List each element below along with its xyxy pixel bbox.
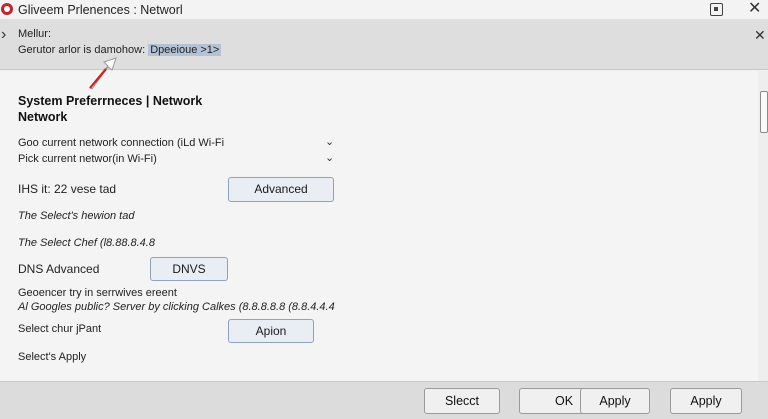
select-chur-text: Select chur jPant: [18, 323, 102, 335]
notification-message: Gerutor arlor is damohow:: [18, 44, 149, 56]
geoencer-text: Geoencer try in serrwives ereent: [18, 287, 177, 299]
select-hewion-text: The Select's hewion tad: [18, 210, 135, 222]
advanced-button[interactable]: Advanced: [228, 177, 334, 202]
apply-button[interactable]: Apply: [580, 388, 650, 414]
page-title: System Preferrneces | Network: [18, 94, 203, 108]
restore-window-icon[interactable]: [710, 3, 723, 16]
chevron-down-icon[interactable]: ⌄: [325, 151, 334, 164]
notification-link[interactable]: Dpeeioue >1>: [148, 44, 222, 56]
window-title: Gliveem Prlenences : Networl: [18, 3, 183, 17]
title-bar: Gliveem Prlenences : Networl ✕: [0, 0, 768, 20]
main-panel: [0, 71, 768, 381]
network-connection-dropdown[interactable]: Goo current network connection (iLd Wi-F…: [18, 137, 224, 149]
pointer-cursor-icon: [89, 57, 117, 90]
google-dns-text: Al Googles public? Server by clicking Ca…: [18, 301, 335, 313]
notification-title: Mellur:: [18, 28, 52, 40]
dnvs-button[interactable]: DNVS: [150, 257, 228, 281]
select-chef-text: The Select Chef (l8.88.8.4.8: [18, 237, 155, 249]
ihs-label: IHS it: 22 vese tad: [18, 182, 117, 196]
expand-chevron-icon[interactable]: ›: [1, 26, 6, 44]
select-button[interactable]: Slecct: [424, 388, 500, 414]
chevron-down-icon[interactable]: ⌄: [325, 135, 334, 148]
dns-label: DNS Advanced: [18, 262, 100, 276]
network-select-dropdown[interactable]: Pick current networ(in Wi-Fi): [18, 153, 157, 165]
window-close-button[interactable]: ✕: [748, 1, 761, 17]
apion-button[interactable]: Apion: [228, 319, 314, 343]
section-title: Network: [18, 110, 68, 124]
app-logo-icon: [1, 3, 13, 15]
footer-bar: [0, 381, 768, 419]
selects-apply-text: Select's Apply: [18, 351, 87, 363]
apply-button-secondary[interactable]: Apply: [670, 388, 742, 414]
notification-close-button[interactable]: ✕: [754, 27, 766, 44]
scrollbar-thumb[interactable]: [760, 91, 768, 133]
